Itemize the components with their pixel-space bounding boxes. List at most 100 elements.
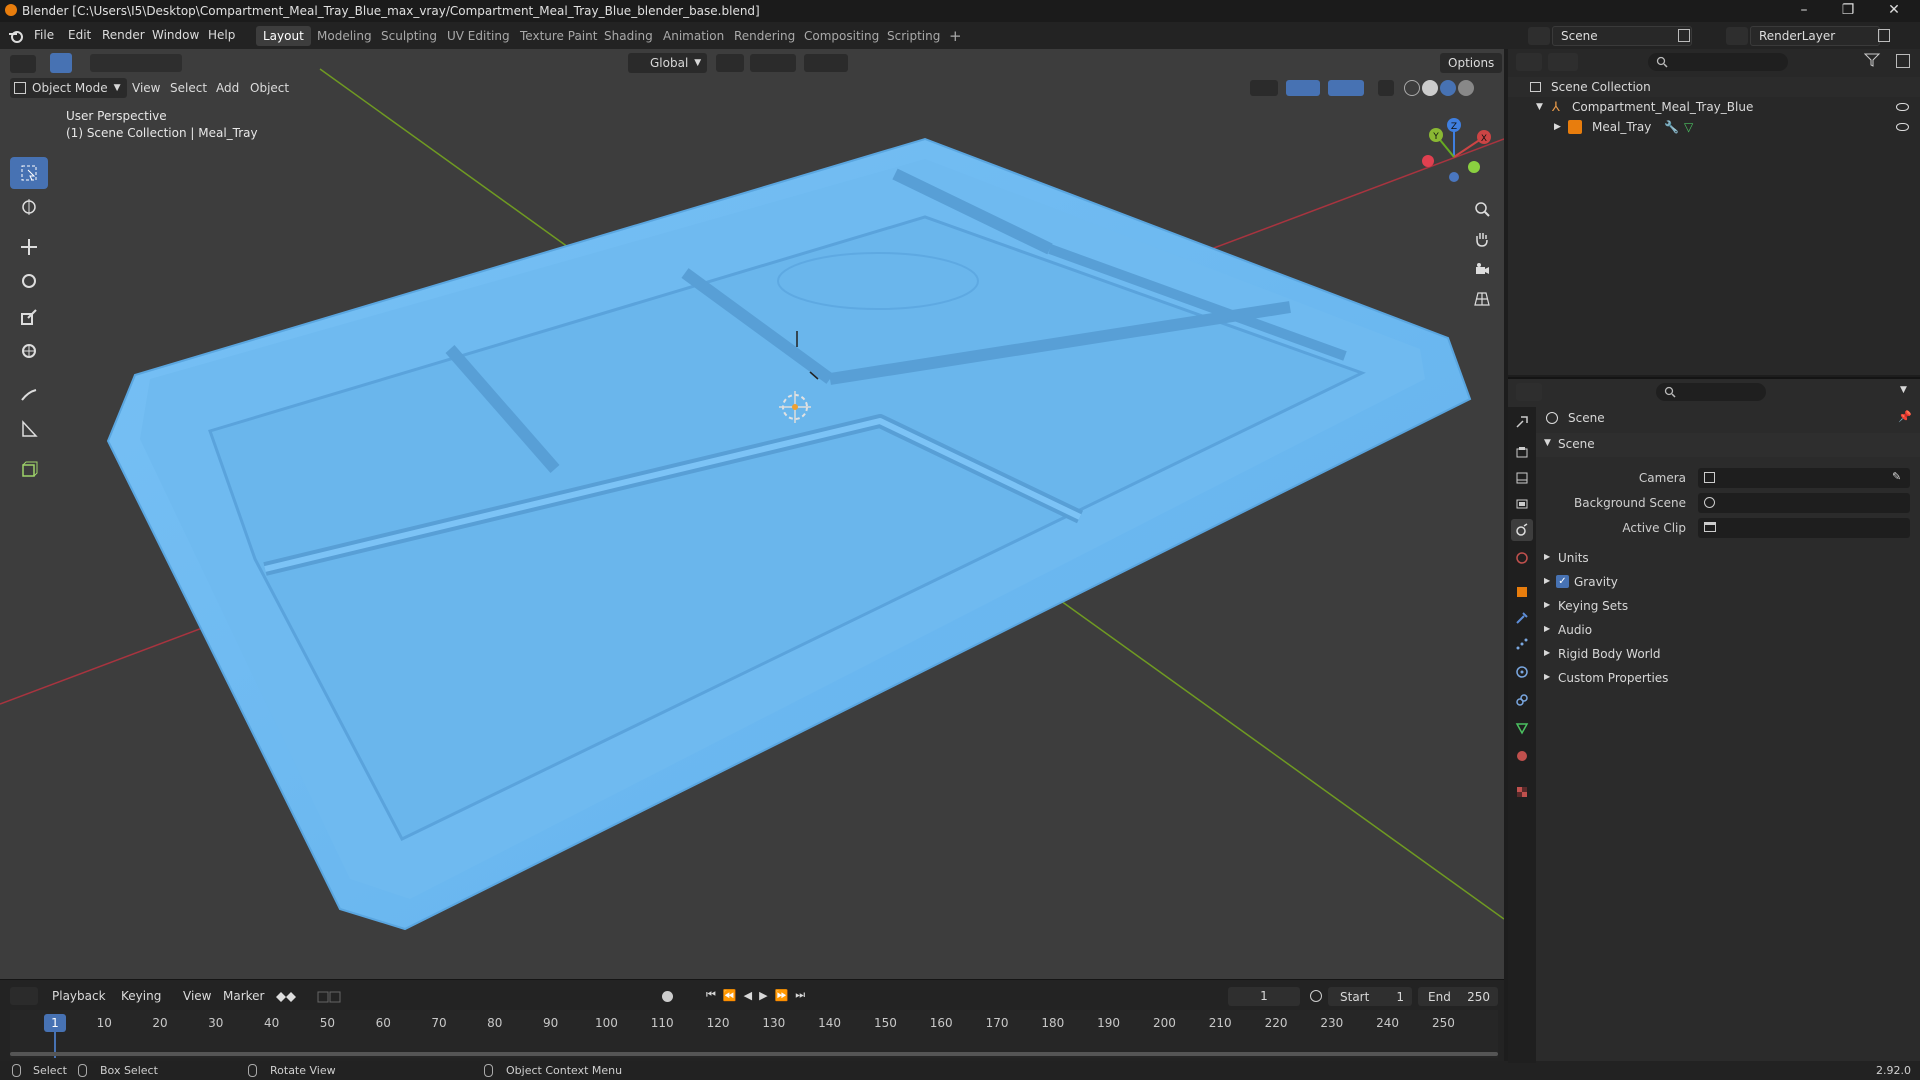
active-clip-field[interactable] bbox=[1698, 518, 1910, 538]
pivot-point-icon[interactable] bbox=[716, 54, 744, 72]
menu-render[interactable]: Render bbox=[102, 28, 145, 42]
tool-settings-tab-icon[interactable] bbox=[1511, 411, 1533, 433]
properties-search-input[interactable] bbox=[1656, 383, 1766, 401]
material-tab-icon[interactable] bbox=[1511, 745, 1533, 767]
timeline-editor-type-icon[interactable] bbox=[10, 987, 38, 1005]
tab-compositing[interactable]: Compositing bbox=[797, 26, 886, 46]
menu-file[interactable]: File bbox=[34, 28, 54, 42]
pin-icon[interactable]: 📌 bbox=[1898, 410, 1912, 423]
timeline-menu-marker[interactable]: Marker bbox=[223, 989, 264, 1003]
tab-uv-editing[interactable]: UV Editing bbox=[440, 26, 517, 46]
select-tool-button[interactable] bbox=[10, 157, 48, 189]
proportional-editing-icon[interactable] bbox=[804, 54, 848, 72]
gravity-checkbox[interactable]: ✓ bbox=[1556, 575, 1569, 588]
tab-animation[interactable]: Animation bbox=[656, 26, 731, 46]
timeline-menu-playback[interactable]: Playback bbox=[52, 989, 106, 1003]
end-frame-field[interactable]: End 250 bbox=[1418, 987, 1498, 1006]
new-collection-icon[interactable] bbox=[1896, 54, 1910, 68]
move-tool-button[interactable] bbox=[10, 231, 48, 263]
shading-material-icon[interactable] bbox=[1440, 80, 1456, 96]
viewport-menu-add[interactable]: Add bbox=[216, 78, 239, 98]
add-cube-tool-button[interactable] bbox=[10, 453, 48, 485]
modifier-tab-icon[interactable] bbox=[1511, 607, 1533, 629]
subpanel-units[interactable]: ▶ Units bbox=[1536, 548, 1920, 570]
options-dropdown[interactable]: Options bbox=[1440, 53, 1503, 73]
output-tab-icon[interactable] bbox=[1511, 467, 1533, 489]
add-workspace-button[interactable]: + bbox=[942, 26, 969, 46]
mesh-data-tab-icon[interactable] bbox=[1511, 717, 1533, 739]
xray-toggle-icon[interactable] bbox=[1378, 80, 1394, 96]
scene-panel-header[interactable]: ▼ Scene bbox=[1536, 433, 1920, 457]
new-renderlayer-icon[interactable] bbox=[1878, 29, 1890, 42]
texture-tab-icon[interactable] bbox=[1511, 781, 1533, 803]
camera-view-icon[interactable] bbox=[1468, 255, 1496, 283]
start-frame-field[interactable]: Start 1 bbox=[1328, 987, 1412, 1006]
blender-menu-icon[interactable] bbox=[8, 28, 24, 44]
jump-start-icon[interactable]: ⏮ bbox=[706, 988, 716, 1002]
visibility-icon[interactable] bbox=[1250, 80, 1278, 96]
scene-tab-icon[interactable] bbox=[1511, 519, 1533, 541]
transform-tool-button[interactable] bbox=[10, 335, 48, 367]
shading-solid-icon[interactable] bbox=[1422, 80, 1438, 96]
expand-arrow-icon[interactable]: ▶ bbox=[1554, 117, 1561, 137]
subpanel-gravity[interactable]: ▶ ✓ Gravity bbox=[1536, 572, 1920, 594]
object-mode-dropdown[interactable]: Object Mode ▼ bbox=[10, 78, 127, 98]
perspective-toggle-icon[interactable] bbox=[1468, 285, 1496, 313]
outliner-row-object[interactable]: ▶ Meal_Tray 🔧 ▽ bbox=[1508, 117, 1920, 137]
subpanel-rigid-body-world[interactable]: ▶ Rigid Body World bbox=[1536, 644, 1920, 666]
tab-layout[interactable]: Layout bbox=[256, 26, 311, 46]
tab-texture-paint[interactable]: Texture Paint bbox=[513, 26, 604, 46]
shading-wireframe-icon[interactable] bbox=[1404, 80, 1420, 96]
outliner-editor-type-icon[interactable] bbox=[1516, 53, 1542, 71]
zoom-view-button[interactable] bbox=[1468, 195, 1496, 223]
scale-tool-button[interactable] bbox=[10, 301, 48, 333]
viewport-menu-view[interactable]: View bbox=[132, 78, 160, 98]
expand-arrow-icon[interactable]: ▼ bbox=[1536, 97, 1543, 117]
constraints-tab-icon[interactable] bbox=[1511, 689, 1533, 711]
prev-keyframe-icon[interactable]: ⏪ bbox=[723, 989, 737, 1002]
shading-rendered-icon[interactable] bbox=[1458, 80, 1474, 96]
select-box-tool-icon[interactable] bbox=[50, 53, 72, 73]
renderlayer-browse-icon[interactable] bbox=[1726, 27, 1748, 45]
3d-viewport[interactable]: Global ▼ Options Object Mode ▼ View Sele… bbox=[0, 49, 1504, 979]
close-button[interactable]: ✕ bbox=[1874, 2, 1914, 18]
minimize-button[interactable]: – bbox=[1784, 2, 1824, 18]
subpanel-audio[interactable]: ▶ Audio bbox=[1536, 620, 1920, 642]
overlays-toggle-icon[interactable] bbox=[1328, 80, 1364, 96]
snapping-icon[interactable] bbox=[750, 54, 796, 72]
play-icon[interactable]: ▶ bbox=[759, 989, 767, 1002]
editor-type-icon[interactable] bbox=[10, 55, 36, 73]
cursor-tool-button[interactable] bbox=[10, 191, 48, 223]
menu-window[interactable]: Window bbox=[152, 28, 199, 42]
rotate-tool-button[interactable] bbox=[10, 265, 48, 297]
gizmo-toggle-icon[interactable] bbox=[1286, 80, 1320, 96]
background-scene-field[interactable] bbox=[1698, 493, 1910, 513]
render-tab-icon[interactable] bbox=[1511, 441, 1533, 463]
properties-editor-type-icon[interactable] bbox=[1516, 383, 1542, 401]
viewport-menu-select[interactable]: Select bbox=[170, 78, 207, 98]
keyframe-nav-icons[interactable] bbox=[272, 989, 344, 1005]
timeline-menu-keying[interactable]: Keying bbox=[121, 989, 161, 1003]
object-tab-icon[interactable] bbox=[1511, 581, 1533, 603]
selection-mode-icons[interactable] bbox=[90, 54, 182, 72]
visibility-eye-icon[interactable] bbox=[1896, 103, 1909, 111]
filter-icon[interactable] bbox=[1864, 53, 1890, 71]
scene-browse-icon[interactable] bbox=[1528, 27, 1550, 45]
frame-ruler[interactable]: 1102030405060708090100110120130140150160… bbox=[10, 1010, 1498, 1058]
tab-sculpting[interactable]: Sculpting bbox=[374, 26, 444, 46]
tab-shading[interactable]: Shading bbox=[597, 26, 660, 46]
tab-rendering[interactable]: Rendering bbox=[727, 26, 802, 46]
visibility-eye-icon[interactable] bbox=[1896, 123, 1909, 131]
renderlayer-selector[interactable]: RenderLayer bbox=[1750, 26, 1880, 46]
pan-hand-icon[interactable] bbox=[1468, 225, 1496, 253]
particles-tab-icon[interactable] bbox=[1511, 633, 1533, 655]
new-scene-icon[interactable] bbox=[1678, 29, 1690, 42]
chevron-down-icon[interactable]: ▼ bbox=[1900, 385, 1907, 395]
scene-selector[interactable]: Scene bbox=[1552, 26, 1692, 46]
eyedropper-icon[interactable]: ✎ bbox=[1892, 470, 1901, 483]
menu-edit[interactable]: Edit bbox=[68, 28, 91, 42]
timeline-scrollbar[interactable] bbox=[10, 1052, 1498, 1056]
current-frame-field[interactable]: 1 bbox=[1228, 987, 1300, 1006]
subpanel-keying-sets[interactable]: ▶ Keying Sets bbox=[1536, 596, 1920, 618]
timeline-menu-view[interactable]: View bbox=[183, 989, 211, 1003]
